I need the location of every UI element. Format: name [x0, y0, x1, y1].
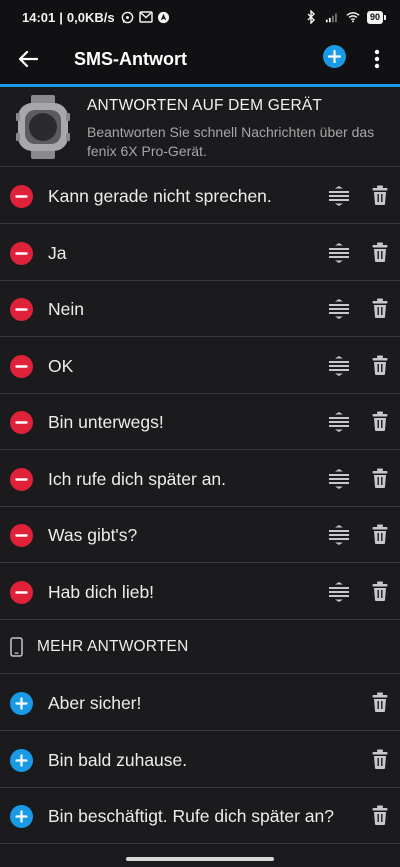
arrow-left-icon — [18, 50, 38, 68]
trash-icon[interactable] — [372, 524, 388, 544]
reply-text[interactable]: Bin bald zuhause. — [48, 750, 187, 771]
remove-reply-button[interactable] — [10, 467, 33, 491]
remove-reply-button[interactable] — [10, 185, 33, 208]
reply-row[interactable]: OK — [0, 338, 400, 394]
device-replies-header: ANTWORTEN AUF DEM GERÄT Beantworten Sie … — [0, 87, 400, 167]
drag-handle-icon[interactable] — [329, 355, 349, 376]
minus-icon — [15, 534, 28, 537]
status-bar: 14:01 | 0,0KB/s 90 — [0, 0, 400, 34]
status-right: 90 — [304, 10, 386, 24]
drag-handle-icon[interactable] — [329, 581, 349, 602]
reply-row[interactable]: Kann gerade nicht sprechen. — [0, 168, 400, 224]
reply-text[interactable]: Bin unterwegs! — [48, 412, 164, 433]
trash-icon[interactable] — [372, 581, 388, 601]
drag-handle-icon[interactable] — [329, 525, 349, 545]
reply-text[interactable]: Bin beschäftigt. Rufe dich später an? — [48, 806, 334, 827]
plus-icon — [15, 810, 28, 823]
reply-text[interactable]: Was gibt's? — [48, 525, 137, 546]
bluetooth-icon — [304, 10, 318, 24]
app-bar: SMS-Antwort — [0, 34, 400, 84]
reply-text[interactable]: OK — [48, 356, 73, 377]
watch-icon — [16, 95, 70, 159]
whatsapp-icon — [121, 10, 135, 24]
more-vert-icon — [374, 49, 380, 69]
minus-icon — [15, 364, 28, 368]
more-replies-header: MEHR ANTWORTEN — [0, 620, 400, 674]
remove-reply-button[interactable] — [10, 524, 33, 547]
drag-handle-icon[interactable] — [329, 186, 349, 206]
signal-icon — [325, 10, 339, 24]
trash-icon[interactable] — [372, 411, 388, 431]
reply-text[interactable]: Ich rufe dich später an. — [48, 469, 226, 490]
status-time: 14:01 — [22, 9, 56, 25]
drag-handle-icon[interactable] — [329, 299, 349, 319]
remove-reply-button[interactable] — [10, 354, 33, 378]
trash-icon[interactable] — [372, 468, 388, 488]
drag-handle-icon[interactable] — [329, 242, 349, 263]
battery-level: 90 — [366, 10, 383, 24]
minus-icon — [15, 590, 28, 594]
add-reply-to-device-button[interactable] — [10, 805, 33, 828]
page-title: SMS-Antwort — [74, 48, 187, 69]
reply-row[interactable]: Was gibt's? — [0, 507, 400, 563]
reply-text[interactable]: Aber sicher! — [48, 693, 141, 714]
drag-handle-icon[interactable] — [329, 412, 349, 432]
add-reply-button[interactable] — [323, 45, 346, 68]
reply-text[interactable]: Nein — [48, 299, 84, 320]
reply-row[interactable]: Nein — [0, 281, 400, 337]
gmail-icon — [138, 10, 153, 24]
trash-icon[interactable] — [372, 298, 388, 318]
plus-icon — [328, 50, 341, 63]
drag-handle-icon[interactable] — [329, 468, 349, 489]
reply-row[interactable]: Aber sicher! — [0, 675, 400, 731]
device-section-title: ANTWORTEN AUF DEM GERÄT — [87, 97, 323, 114]
trash-icon[interactable] — [372, 355, 388, 375]
plus-icon — [15, 753, 28, 767]
minus-icon — [15, 195, 28, 198]
trash-icon[interactable] — [372, 749, 388, 769]
phone-icon — [10, 637, 23, 657]
status-left: 14:01 | 0,0KB/s — [22, 10, 171, 25]
more-options-button[interactable] — [364, 42, 390, 76]
remove-reply-button[interactable] — [10, 580, 33, 604]
trash-icon[interactable] — [372, 185, 388, 205]
reply-text[interactable]: Hab dich lieb! — [48, 582, 154, 603]
minus-icon — [15, 308, 28, 311]
remove-reply-button[interactable] — [10, 411, 33, 434]
reply-row[interactable]: Ja — [0, 225, 400, 281]
wifi-icon — [346, 10, 360, 24]
battery-indicator: 90 — [366, 10, 386, 24]
reply-row[interactable]: Bin beschäftigt. Rufe dich später an? — [0, 788, 400, 844]
back-button[interactable] — [0, 34, 56, 84]
reply-row[interactable]: Bin unterwegs! — [0, 394, 400, 450]
add-reply-to-device-button[interactable] — [10, 748, 33, 772]
device-section-subtitle: Beantworten Sie schnell Nachrichten über… — [87, 124, 375, 159]
remove-reply-button[interactable] — [10, 241, 33, 265]
add-reply-to-device-button[interactable] — [10, 692, 33, 715]
network-speed: 0,0KB/s — [66, 9, 115, 25]
plus-icon — [15, 697, 28, 710]
trash-icon[interactable] — [372, 692, 388, 712]
maps-icon — [157, 10, 171, 24]
reply-row[interactable]: Ich rufe dich später an. — [0, 451, 400, 507]
status-separator: | — [59, 9, 63, 25]
remove-reply-button[interactable] — [10, 298, 33, 321]
reply-text[interactable]: Ja — [48, 243, 66, 264]
trash-icon[interactable] — [372, 242, 388, 262]
home-indicator[interactable] — [126, 857, 274, 861]
minus-icon — [15, 421, 28, 424]
reply-row[interactable]: Hab dich lieb! — [0, 564, 400, 620]
reply-text[interactable]: Kann gerade nicht sprechen. — [48, 186, 272, 207]
trash-icon[interactable] — [372, 805, 388, 825]
minus-icon — [15, 477, 28, 481]
more-section-title: MEHR ANTWORTEN — [37, 638, 189, 655]
minus-icon — [15, 251, 28, 255]
reply-row[interactable]: Bin bald zuhause. — [0, 732, 400, 788]
